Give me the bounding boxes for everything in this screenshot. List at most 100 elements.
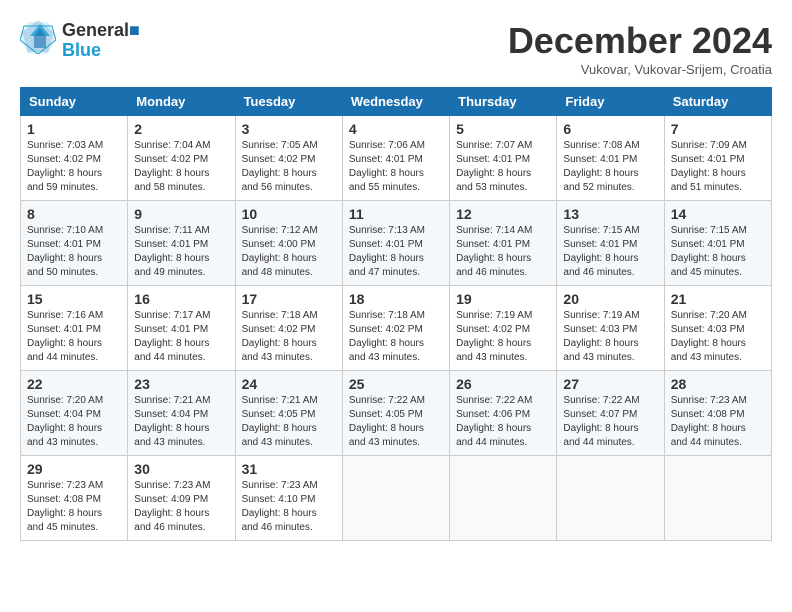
day-number: 4	[349, 121, 443, 137]
calendar-day-cell: 24 Sunrise: 7:21 AM Sunset: 4:05 PM Dayli…	[235, 371, 342, 456]
day-number: 24	[242, 376, 336, 392]
day-number: 19	[456, 291, 550, 307]
calendar-day-cell: 22Sunrise: 7:20 AM Sunset: 4:04 PM Dayli…	[21, 371, 128, 456]
calendar-day-cell: 12Sunrise: 7:14 AM Sunset: 4:01 PM Dayli…	[450, 201, 557, 286]
column-header-sunday: Sunday	[21, 88, 128, 116]
empty-cell	[557, 456, 664, 541]
empty-cell	[450, 456, 557, 541]
day-number: 1	[27, 121, 121, 137]
day-number: 10	[242, 206, 336, 222]
day-info: Sunrise: 7:18 AM Sunset: 4:02 PM Dayligh…	[242, 309, 336, 365]
calendar-day-cell: 17 Sunrise: 7:18 AM Sunset: 4:02 PM Dayli…	[235, 286, 342, 371]
column-header-monday: Monday	[128, 88, 235, 116]
calendar-day-cell: 19 Sunrise: 7:19 AM Sunset: 4:02 PM Dayli…	[450, 286, 557, 371]
calendar-day-cell: 25 Sunrise: 7:22 AM Sunset: 4:05 PM Dayli…	[342, 371, 449, 456]
calendar-day-cell: 30Sunrise: 7:23 AM Sunset: 4:09 PM Dayli…	[128, 456, 235, 541]
day-info: Sunrise: 7:22 AM Sunset: 4:06 PM Dayligh…	[456, 394, 550, 450]
day-number: 15	[27, 291, 121, 307]
day-number: 5	[456, 121, 550, 137]
calendar-week-row: 29 Sunrise: 7:23 AM Sunset: 4:08 PM Dayli…	[21, 456, 772, 541]
day-info: Sunrise: 7:22 AM Sunset: 4:07 PM Dayligh…	[563, 394, 657, 450]
calendar-day-cell: 13 Sunrise: 7:15 AM Sunset: 4:01 PM Dayli…	[557, 201, 664, 286]
day-number: 28	[671, 376, 765, 392]
day-info: Sunrise: 7:18 AM Sunset: 4:02 PM Dayligh…	[349, 309, 443, 365]
logo-blue-text: Blue	[62, 41, 140, 61]
calendar-header-row: SundayMondayTuesdayWednesdayThursdayFrid…	[21, 88, 772, 116]
calendar-day-cell: 15 Sunrise: 7:16 AM Sunset: 4:01 PM Dayli…	[21, 286, 128, 371]
day-info: Sunrise: 7:04 AM Sunset: 4:02 PM Dayligh…	[134, 139, 228, 195]
calendar-day-cell: 5 Sunrise: 7:07 AM Sunset: 4:01 PM Daylig…	[450, 116, 557, 201]
day-info: Sunrise: 7:23 AM Sunset: 4:08 PM Dayligh…	[671, 394, 765, 450]
day-number: 6	[563, 121, 657, 137]
logo-general-text: General■	[62, 21, 140, 41]
calendar-day-cell: 26Sunrise: 7:22 AM Sunset: 4:06 PM Dayli…	[450, 371, 557, 456]
day-number: 23	[134, 376, 228, 392]
subtitle: Vukovar, Vukovar-Srijem, Croatia	[508, 62, 772, 77]
day-info: Sunrise: 7:15 AM Sunset: 4:01 PM Dayligh…	[671, 224, 765, 280]
calendar-day-cell: 6 Sunrise: 7:08 AM Sunset: 4:01 PM Daylig…	[557, 116, 664, 201]
day-number: 13	[563, 206, 657, 222]
day-info: Sunrise: 7:19 AM Sunset: 4:02 PM Dayligh…	[456, 309, 550, 365]
day-info: Sunrise: 7:23 AM Sunset: 4:08 PM Dayligh…	[27, 479, 121, 535]
calendar-week-row: 15 Sunrise: 7:16 AM Sunset: 4:01 PM Dayli…	[21, 286, 772, 371]
day-number: 31	[242, 461, 336, 477]
day-number: 18	[349, 291, 443, 307]
day-info: Sunrise: 7:12 AM Sunset: 4:00 PM Dayligh…	[242, 224, 336, 280]
day-info: Sunrise: 7:05 AM Sunset: 4:02 PM Dayligh…	[242, 139, 336, 195]
calendar-table: SundayMondayTuesdayWednesdayThursdayFrid…	[20, 87, 772, 541]
calendar-day-cell: 14Sunrise: 7:15 AM Sunset: 4:01 PM Dayli…	[664, 201, 771, 286]
calendar-day-cell: 16Sunrise: 7:17 AM Sunset: 4:01 PM Dayli…	[128, 286, 235, 371]
empty-cell	[664, 456, 771, 541]
calendar-day-cell: 1 Sunrise: 7:03 AM Sunset: 4:02 PM Daylig…	[21, 116, 128, 201]
calendar-day-cell: 23 Sunrise: 7:21 AM Sunset: 4:04 PM Dayli…	[128, 371, 235, 456]
day-info: Sunrise: 7:07 AM Sunset: 4:01 PM Dayligh…	[456, 139, 550, 195]
empty-cell	[342, 456, 449, 541]
column-header-saturday: Saturday	[664, 88, 771, 116]
column-header-tuesday: Tuesday	[235, 88, 342, 116]
calendar-day-cell: 27 Sunrise: 7:22 AM Sunset: 4:07 PM Dayli…	[557, 371, 664, 456]
calendar-day-cell: 10 Sunrise: 7:12 AM Sunset: 4:00 PM Dayli…	[235, 201, 342, 286]
day-info: Sunrise: 7:22 AM Sunset: 4:05 PM Dayligh…	[349, 394, 443, 450]
day-number: 8	[27, 206, 121, 222]
day-number: 22	[27, 376, 121, 392]
day-info: Sunrise: 7:16 AM Sunset: 4:01 PM Dayligh…	[27, 309, 121, 365]
logo-icon-shape	[20, 18, 56, 59]
day-number: 11	[349, 206, 443, 222]
day-info: Sunrise: 7:08 AM Sunset: 4:01 PM Dayligh…	[563, 139, 657, 195]
calendar-day-cell: 11 Sunrise: 7:13 AM Sunset: 4:01 PM Dayli…	[342, 201, 449, 286]
calendar-day-cell: 31 Sunrise: 7:23 AM Sunset: 4:10 PM Dayli…	[235, 456, 342, 541]
day-info: Sunrise: 7:23 AM Sunset: 4:09 PM Dayligh…	[134, 479, 228, 535]
day-number: 2	[134, 121, 228, 137]
calendar-day-cell: 7Sunrise: 7:09 AM Sunset: 4:01 PM Daylig…	[664, 116, 771, 201]
day-number: 12	[456, 206, 550, 222]
page-header: General■ Blue December 2024 Vukovar, Vuk…	[20, 20, 772, 77]
day-info: Sunrise: 7:13 AM Sunset: 4:01 PM Dayligh…	[349, 224, 443, 280]
calendar-day-cell: 8 Sunrise: 7:10 AM Sunset: 4:01 PM Daylig…	[21, 201, 128, 286]
calendar-day-cell: 2 Sunrise: 7:04 AM Sunset: 4:02 PM Daylig…	[128, 116, 235, 201]
day-info: Sunrise: 7:23 AM Sunset: 4:10 PM Dayligh…	[242, 479, 336, 535]
calendar-week-row: 1 Sunrise: 7:03 AM Sunset: 4:02 PM Daylig…	[21, 116, 772, 201]
day-info: Sunrise: 7:17 AM Sunset: 4:01 PM Dayligh…	[134, 309, 228, 365]
calendar-week-row: 8 Sunrise: 7:10 AM Sunset: 4:01 PM Daylig…	[21, 201, 772, 286]
logo-text-stack: General■ Blue	[62, 21, 140, 61]
day-info: Sunrise: 7:15 AM Sunset: 4:01 PM Dayligh…	[563, 224, 657, 280]
day-number: 9	[134, 206, 228, 222]
day-number: 29	[27, 461, 121, 477]
day-number: 25	[349, 376, 443, 392]
column-header-friday: Friday	[557, 88, 664, 116]
column-header-thursday: Thursday	[450, 88, 557, 116]
day-info: Sunrise: 7:10 AM Sunset: 4:01 PM Dayligh…	[27, 224, 121, 280]
day-info: Sunrise: 7:21 AM Sunset: 4:04 PM Dayligh…	[134, 394, 228, 450]
day-number: 20	[563, 291, 657, 307]
day-info: Sunrise: 7:11 AM Sunset: 4:01 PM Dayligh…	[134, 224, 228, 280]
day-number: 3	[242, 121, 336, 137]
calendar-day-cell: 20Sunrise: 7:19 AM Sunset: 4:03 PM Dayli…	[557, 286, 664, 371]
day-info: Sunrise: 7:03 AM Sunset: 4:02 PM Dayligh…	[27, 139, 121, 195]
day-number: 27	[563, 376, 657, 392]
day-number: 17	[242, 291, 336, 307]
day-number: 21	[671, 291, 765, 307]
calendar-day-cell: 21 Sunrise: 7:20 AM Sunset: 4:03 PM Dayli…	[664, 286, 771, 371]
day-info: Sunrise: 7:20 AM Sunset: 4:03 PM Dayligh…	[671, 309, 765, 365]
day-info: Sunrise: 7:09 AM Sunset: 4:01 PM Dayligh…	[671, 139, 765, 195]
day-info: Sunrise: 7:21 AM Sunset: 4:05 PM Dayligh…	[242, 394, 336, 450]
